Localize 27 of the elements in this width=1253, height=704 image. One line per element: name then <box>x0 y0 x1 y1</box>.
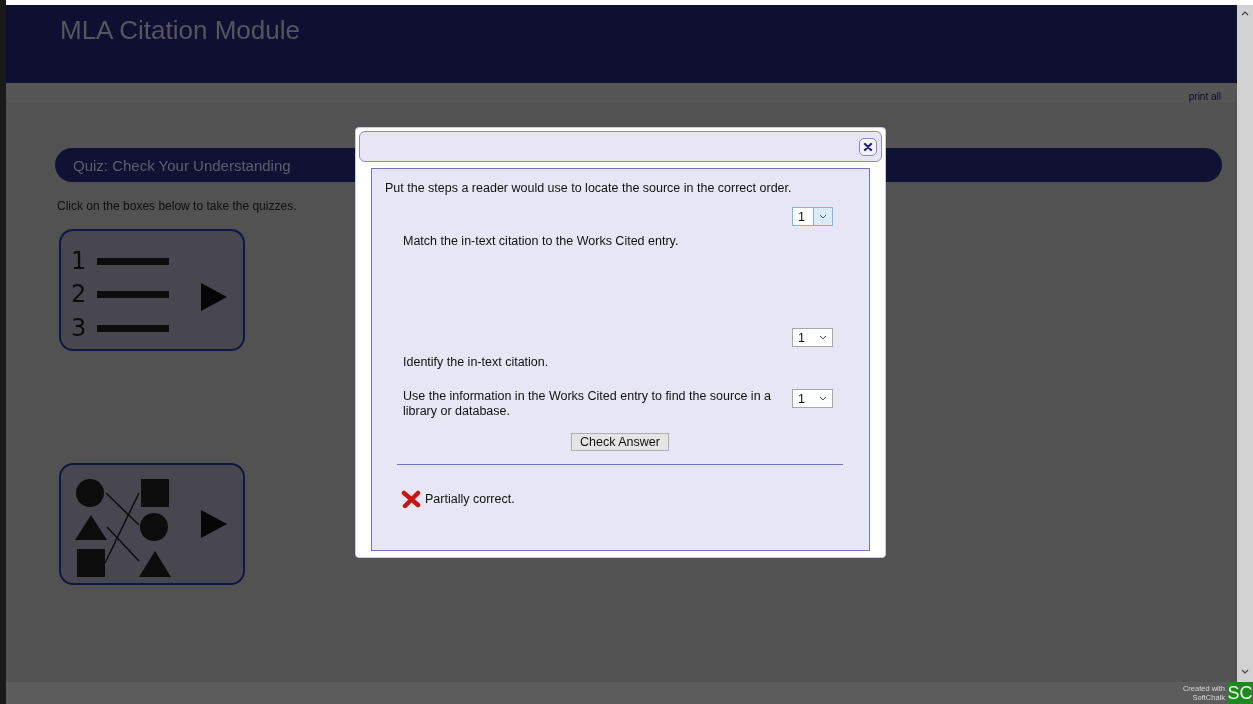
instruction-text: Click on the boxes below to take the quizzes. <box>57 199 298 213</box>
matching-shapes-icon <box>75 479 171 577</box>
step-text: Match the in-text citation to the Works Cited entry. <box>403 234 680 248</box>
order-dropdown[interactable]: 1 <box>792 328 833 347</box>
page-title: MLA Citation Module <box>60 14 301 46</box>
feedback-text: Partially correct. <box>425 492 515 506</box>
list-lines-icon <box>97 258 169 332</box>
quiz-tile[interactable] <box>59 463 245 585</box>
number-label: 1 <box>71 247 87 275</box>
check-answer-button[interactable]: Check Answer <box>571 433 669 451</box>
play-icon <box>201 510 227 538</box>
number-label: 3 <box>71 314 87 342</box>
scroll-up-icon[interactable] <box>1241 11 1249 16</box>
step-text: Identify the in-text citation. <box>403 355 550 369</box>
order-dropdown[interactable]: 1 <box>792 389 833 408</box>
chevron-down-icon <box>819 214 827 219</box>
step-text: Use the information in the Works Cited entry to find the source in a library or database. <box>403 389 772 419</box>
chevron-down-icon <box>819 335 827 340</box>
softchalk-logo[interactable]: SC <box>1228 682 1252 704</box>
question-text: Put the steps a reader would use to locate the source in the correct order. <box>385 181 793 195</box>
close-icon <box>863 141 873 152</box>
play-icon <box>201 283 227 311</box>
number-label: 2 <box>71 280 87 308</box>
order-dropdown[interactable]: 1 <box>792 207 833 226</box>
chevron-down-icon <box>819 396 827 401</box>
scroll-down-icon[interactable] <box>1241 669 1249 674</box>
close-button[interactable] <box>859 137 877 156</box>
